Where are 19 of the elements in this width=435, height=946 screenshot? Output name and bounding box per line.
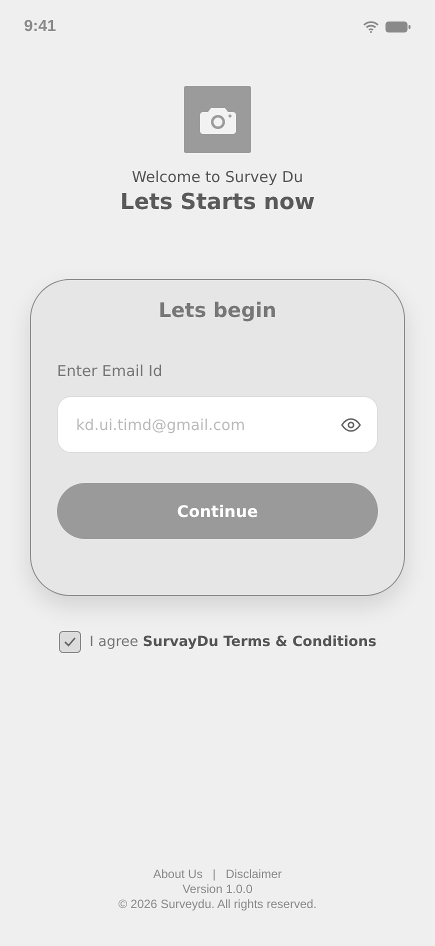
link-separator: | (212, 867, 216, 881)
page-title: Lets Starts now (120, 190, 315, 215)
email-label: Enter Email Id (57, 362, 164, 380)
copyright-text: © 2026 Surveydu. All rights reserved. (118, 897, 317, 911)
about-link[interactable]: About Us (153, 867, 203, 881)
battery-icon (385, 21, 411, 33)
email-field[interactable]: kd.ui.timd@gmail.com (57, 396, 378, 453)
email-input[interactable]: kd.ui.timd@gmail.com (74, 414, 341, 434)
eye-icon[interactable] (341, 418, 361, 432)
wifi-icon (363, 21, 379, 33)
continue-button[interactable]: Continue (57, 483, 378, 539)
card-title: Lets begin (158, 298, 277, 322)
disclaimer-link[interactable]: Disclaimer (226, 867, 282, 881)
welcome-text: Welcome to Survey Du (132, 168, 304, 186)
agree-checkbox[interactable] (58, 631, 81, 653)
status-time: 9:41 (24, 18, 56, 36)
agreement-text: I agree SurvayDu Terms & Conditions (90, 634, 376, 650)
check-icon (64, 637, 76, 647)
version-text: Version 1.0.0 (182, 882, 253, 896)
